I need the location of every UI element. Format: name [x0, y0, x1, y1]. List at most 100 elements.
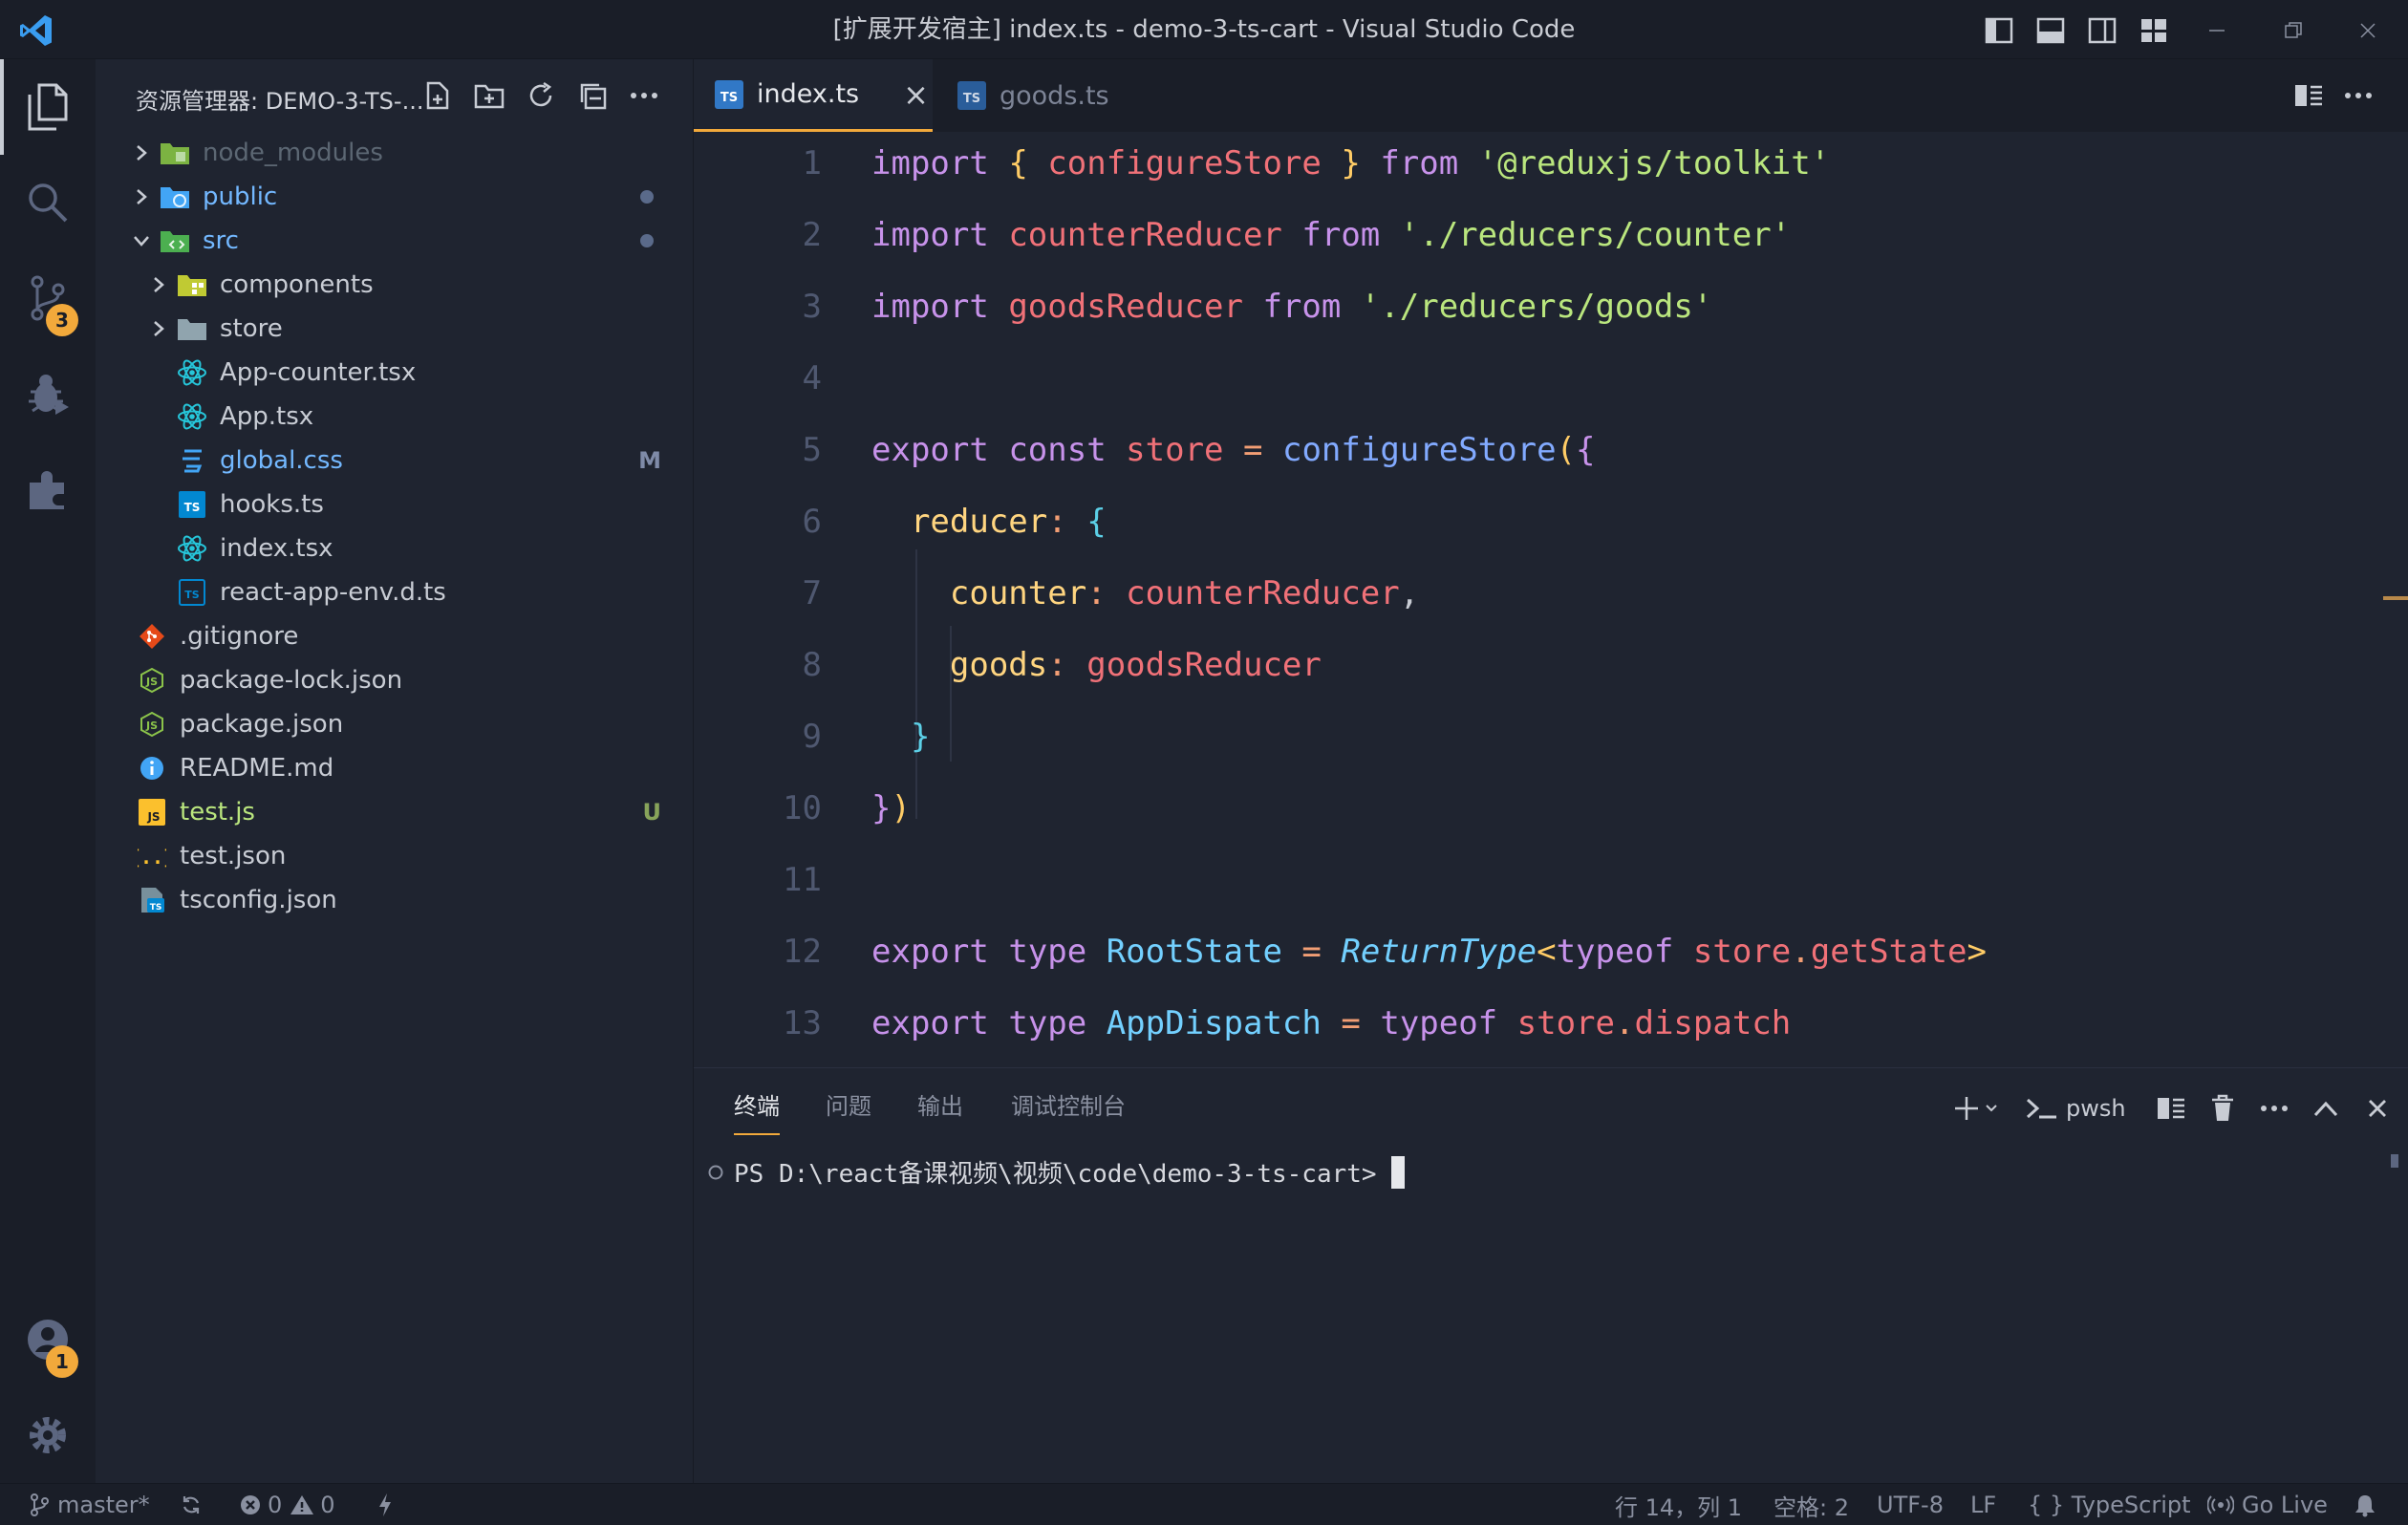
tab-goods-ts[interactable]: TS goods.ts — [957, 59, 1149, 132]
code-line: 8 goods: goodsReducer — [694, 630, 2408, 701]
tab-index-ts[interactable]: TS index.ts × — [694, 59, 933, 132]
indentation[interactable]: 空格: 2 — [1774, 1484, 1849, 1525]
file-row[interactable]: JS package-lock.json — [96, 658, 694, 702]
customize-layout-icon[interactable] — [2135, 11, 2173, 50]
file-row[interactable]: JS test.js U — [96, 790, 694, 834]
code-view[interactable]: 1 import { configureStore } from '@reduxj… — [694, 132, 2408, 1067]
extensions-icon[interactable] — [0, 441, 96, 537]
chevron-right-icon — [147, 317, 170, 340]
code-token: import — [871, 216, 989, 254]
tab-output[interactable]: 输出 — [917, 1087, 963, 1135]
folder-row[interactable]: components — [96, 263, 694, 307]
code-text: reducer: { — [871, 486, 1107, 558]
branch-indicator[interactable]: master* — [29, 1484, 150, 1525]
code-token: > — [1967, 933, 1987, 971]
file-row[interactable]: App-counter.tsx — [96, 351, 694, 395]
manage-gear-icon[interactable] — [0, 1387, 96, 1483]
tree-item-label: react-app-env.d.ts — [220, 578, 446, 607]
code-token: store — [1692, 933, 1792, 971]
folder-row[interactable]: node_modules — [96, 131, 694, 175]
toggle-secondary-sidebar-icon[interactable] — [2083, 11, 2121, 50]
editor-more-actions-icon[interactable] — [2339, 78, 2377, 113]
svg-text:JS: JS — [145, 720, 158, 732]
tab-terminal[interactable]: 终端 — [734, 1087, 780, 1135]
close-panel-icon[interactable] — [2358, 1089, 2397, 1128]
refresh-icon[interactable] — [522, 76, 560, 115]
toggle-panel-icon[interactable] — [2032, 11, 2070, 50]
folder-row[interactable]: store — [96, 307, 694, 351]
tab-close-icon[interactable]: × — [903, 76, 929, 113]
more-actions-icon[interactable] — [625, 76, 663, 115]
go-live-button[interactable]: Go Live — [2207, 1484, 2328, 1525]
terminal-shell-selector[interactable]: pwsh — [2026, 1089, 2140, 1128]
file-row[interactable]: {..} test.json — [96, 834, 694, 878]
npm-icon: JS — [136, 708, 168, 741]
restore-icon[interactable] — [2274, 11, 2312, 50]
file-row[interactable]: TS react-app-env.d.ts — [96, 570, 694, 614]
end-of-line[interactable]: LF — [1970, 1484, 1996, 1525]
panel-more-actions-icon[interactable] — [2255, 1089, 2293, 1128]
code-text: export type AppDispatch = typeof store.d… — [871, 988, 1791, 1060]
split-editor-icon[interactable] — [2290, 78, 2328, 113]
code-token: : — [1086, 574, 1107, 612]
source-control-icon[interactable]: 3 — [0, 250, 96, 346]
collapse-all-icon[interactable] — [573, 76, 612, 115]
css-icon — [176, 444, 208, 477]
tree-item-label: index.tsx — [220, 534, 333, 563]
code-text: import counterReducer from './reducers/c… — [871, 200, 1791, 271]
minimize-icon[interactable] — [2198, 11, 2236, 50]
code-token: : — [1047, 503, 1067, 541]
split-terminal-icon[interactable] — [2152, 1089, 2190, 1128]
maximize-panel-icon[interactable] — [2307, 1089, 2345, 1128]
tab-problems[interactable]: 问题 — [826, 1087, 871, 1135]
json-icon: {..} — [136, 840, 168, 872]
file-row[interactable]: App.tsx — [96, 395, 694, 439]
code-token: AppDispatch — [1106, 1004, 1322, 1042]
folder-row[interactable]: src — [96, 219, 694, 263]
encoding[interactable]: UTF-8 — [1877, 1484, 1944, 1525]
code-line: 9 } — [694, 701, 2408, 773]
close-window-icon[interactable] — [2349, 11, 2387, 50]
notifications-bell-icon[interactable] — [2353, 1484, 2377, 1525]
lightning-icon[interactable] — [376, 1484, 394, 1525]
file-row[interactable]: README.md — [96, 746, 694, 790]
svg-text:{..}: {..} — [138, 846, 166, 869]
terminal-scrollbar[interactable] — [2391, 1154, 2398, 1168]
language-mode[interactable]: { } TypeScript — [2028, 1484, 2191, 1525]
new-file-icon[interactable] — [419, 76, 457, 115]
git-status-badge: U — [642, 799, 662, 826]
file-row[interactable]: .gitignore — [96, 614, 694, 658]
run-debug-icon[interactable] — [0, 346, 96, 441]
file-row[interactable]: index.tsx — [96, 526, 694, 570]
cursor-position[interactable]: 行 14，列 1 — [1615, 1484, 1742, 1525]
search-icon[interactable] — [0, 155, 96, 250]
code-text: counter: counterReducer, — [871, 558, 1419, 630]
kill-terminal-icon[interactable] — [2204, 1089, 2242, 1128]
file-row[interactable]: TS hooks.ts — [96, 483, 694, 526]
new-terminal-icon[interactable] — [1947, 1089, 2005, 1128]
toggle-primary-sidebar-icon[interactable] — [1980, 11, 2018, 50]
file-row[interactable]: JS package.json — [96, 702, 694, 746]
file-row[interactable]: TS tsconfig.json — [96, 878, 694, 922]
prompt-circle-icon — [708, 1165, 723, 1179]
file-row[interactable]: global.css M — [96, 439, 694, 483]
vscode-logo-icon — [20, 15, 52, 46]
accounts-icon[interactable]: 1 — [0, 1292, 96, 1387]
new-folder-icon[interactable] — [470, 76, 508, 115]
tab-debug-console[interactable]: 调试控制台 — [1011, 1087, 1126, 1135]
line-number: 4 — [802, 359, 822, 397]
problems-indicator[interactable]: 0 0 — [239, 1484, 335, 1525]
terminal-line[interactable]: PS D:\react备课视频\视频\code\demo-3-ts-cart> — [707, 1154, 1406, 1190]
code-text: import { configureStore } from '@reduxjs… — [871, 132, 1830, 200]
sync-icon[interactable] — [180, 1484, 203, 1525]
explorer-icon[interactable] — [0, 59, 96, 155]
folder-row[interactable]: public — [96, 175, 694, 219]
